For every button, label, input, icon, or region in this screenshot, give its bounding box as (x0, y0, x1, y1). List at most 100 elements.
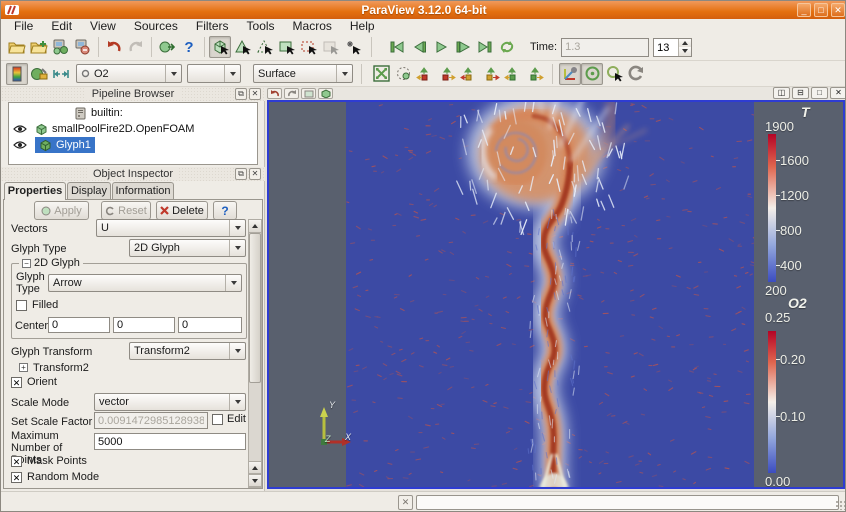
frame-spinbox[interactable] (653, 38, 692, 57)
glyph-type-combobox[interactable]: 2D Glyph (129, 239, 246, 257)
cancel-progress-button[interactable]: ✕ (398, 495, 413, 510)
view-plus-y-button[interactable] (458, 63, 480, 85)
menu-item-edit[interactable]: Edit (42, 19, 81, 34)
scale-mode-combobox[interactable]: vector (94, 393, 246, 411)
center-x-field[interactable] (48, 317, 110, 333)
glyph-type-dropdown-button[interactable] (229, 240, 245, 256)
inspector-float-button[interactable]: ⧉ (235, 168, 247, 180)
color-by-combobox[interactable]: O2 (76, 64, 182, 83)
close-button[interactable]: ✕ (831, 3, 845, 17)
pipeline-selected-item[interactable]: Glyph1 (35, 137, 95, 153)
rescale-to-data-button[interactable] (50, 63, 72, 85)
center-y-field[interactable] (113, 317, 175, 333)
next-frame-button[interactable] (452, 36, 474, 58)
scroll-up2-button[interactable] (249, 461, 261, 474)
camera-redo-button[interactable] (284, 88, 299, 99)
random-mode-checkbox[interactable]: ✕ (11, 472, 22, 483)
glyph-transform-combobox[interactable]: Transform2 (129, 342, 246, 360)
apply-button[interactable]: Apply (34, 201, 89, 220)
open-file-button[interactable] (6, 36, 28, 58)
scroll-down-button[interactable] (249, 474, 261, 487)
pipeline-item-glyph[interactable]: Glyph1 (11, 137, 95, 153)
save-data-button[interactable] (28, 36, 50, 58)
view-minus-y-button[interactable] (480, 63, 502, 85)
menu-item-tools[interactable]: Tools (238, 19, 284, 34)
camera-undo-button[interactable] (267, 88, 282, 99)
maximize-button[interactable]: □ (814, 3, 828, 17)
frame-up-button[interactable] (679, 39, 691, 48)
zoom-to-data-button[interactable] (392, 63, 414, 85)
representation-dropdown-button[interactable] (336, 65, 352, 82)
pipeline-browser-header[interactable]: Pipeline Browser ⧉ ✕ (1, 87, 265, 101)
pipeline-server-item[interactable]: builtin: (75, 105, 123, 121)
view-minus-x-button[interactable] (436, 63, 458, 85)
view-plus-z-button[interactable] (502, 63, 524, 85)
edit-color-map-button[interactable] (28, 63, 50, 85)
close-view-button[interactable]: ✕ (830, 87, 846, 99)
select-points-through-button[interactable] (297, 36, 319, 58)
component-combobox[interactable] (187, 64, 241, 83)
mask-points-checkbox[interactable]: ✕ (11, 456, 22, 467)
first-frame-button[interactable] (386, 36, 408, 58)
play-button[interactable] (430, 36, 452, 58)
disconnect-server-button[interactable] (72, 36, 94, 58)
filled-checkbox[interactable] (16, 300, 27, 311)
orient-checkbox[interactable]: ✕ (11, 377, 22, 388)
vectors-dropdown-button[interactable] (229, 220, 245, 236)
help-button[interactable]: ? (178, 36, 200, 58)
show-orientation-axes-button[interactable] (559, 63, 581, 85)
minimize-button[interactable]: _ (797, 3, 811, 17)
toggle-2d-button[interactable] (301, 88, 316, 99)
camera-link-button[interactable] (156, 36, 178, 58)
view-minus-z-button[interactable] (524, 63, 546, 85)
properties-scrollbar[interactable] (248, 219, 262, 488)
frame-down-button[interactable] (679, 47, 691, 56)
interactive-select-button[interactable] (341, 36, 363, 58)
menu-item-help[interactable]: Help (341, 19, 384, 34)
last-frame-button[interactable] (474, 36, 496, 58)
center-z-field[interactable] (178, 317, 242, 333)
title-bar[interactable]: ParaView 3.12.0 64-bit _ □ ✕ (1, 1, 846, 19)
toggle-color-legend-button[interactable] (6, 63, 28, 85)
previous-frame-button[interactable] (408, 36, 430, 58)
select-block-button[interactable] (319, 36, 341, 58)
glyph-group-title[interactable]: − 2D Glyph (19, 257, 83, 269)
select-points-on-button[interactable] (253, 36, 275, 58)
time-value-field[interactable] (561, 38, 649, 57)
pick-center-button[interactable] (603, 63, 625, 85)
pipeline-close-button[interactable]: ✕ (249, 88, 261, 100)
split-vertical-button[interactable]: ⊟ (792, 87, 809, 99)
max-points-field[interactable] (94, 433, 246, 450)
delete-button[interactable]: Delete (156, 201, 208, 220)
eye-visible-icon[interactable] (13, 124, 27, 134)
eye-visible-icon[interactable] (13, 140, 27, 150)
inspector-close-button[interactable]: ✕ (249, 168, 261, 180)
vectors-combobox[interactable]: U (96, 219, 246, 237)
menu-item-file[interactable]: File (5, 19, 42, 34)
pipeline-float-button[interactable]: ⧉ (235, 88, 247, 100)
object-inspector-header[interactable]: Object Inspector ⧉ ✕ (1, 167, 265, 181)
toggle-3d-button[interactable] (318, 88, 333, 99)
select-cells-on-button[interactable] (231, 36, 253, 58)
tab-display[interactable]: Display (67, 182, 111, 199)
scale-mode-dropdown-button[interactable] (229, 394, 245, 410)
pipeline-item-source[interactable]: smallPoolFire2D.OpenFOAM (11, 121, 194, 137)
menu-item-filters[interactable]: Filters (187, 19, 238, 34)
expand-icon[interactable]: + (19, 363, 28, 372)
maximize-view-button[interactable]: □ (811, 87, 828, 99)
glyph2d-type-combobox[interactable]: Arrow (48, 274, 242, 292)
resize-grip[interactable] (835, 500, 845, 510)
component-dropdown-button[interactable] (224, 65, 240, 82)
split-horizontal-button[interactable]: ◫ (773, 87, 790, 99)
menu-item-sources[interactable]: Sources (125, 19, 187, 34)
reset-camera-button[interactable] (370, 63, 392, 85)
collapse-icon[interactable]: − (22, 259, 31, 268)
select-cells-through-button[interactable] (275, 36, 297, 58)
reset-button[interactable]: Reset (101, 201, 151, 220)
tab-information[interactable]: Information (112, 182, 174, 199)
redo-button[interactable] (125, 36, 147, 58)
loop-button[interactable] (496, 36, 518, 58)
edit-checkbox[interactable] (212, 414, 223, 425)
representation-combobox[interactable]: Surface (253, 64, 353, 83)
scroll-up-button[interactable] (249, 220, 261, 233)
